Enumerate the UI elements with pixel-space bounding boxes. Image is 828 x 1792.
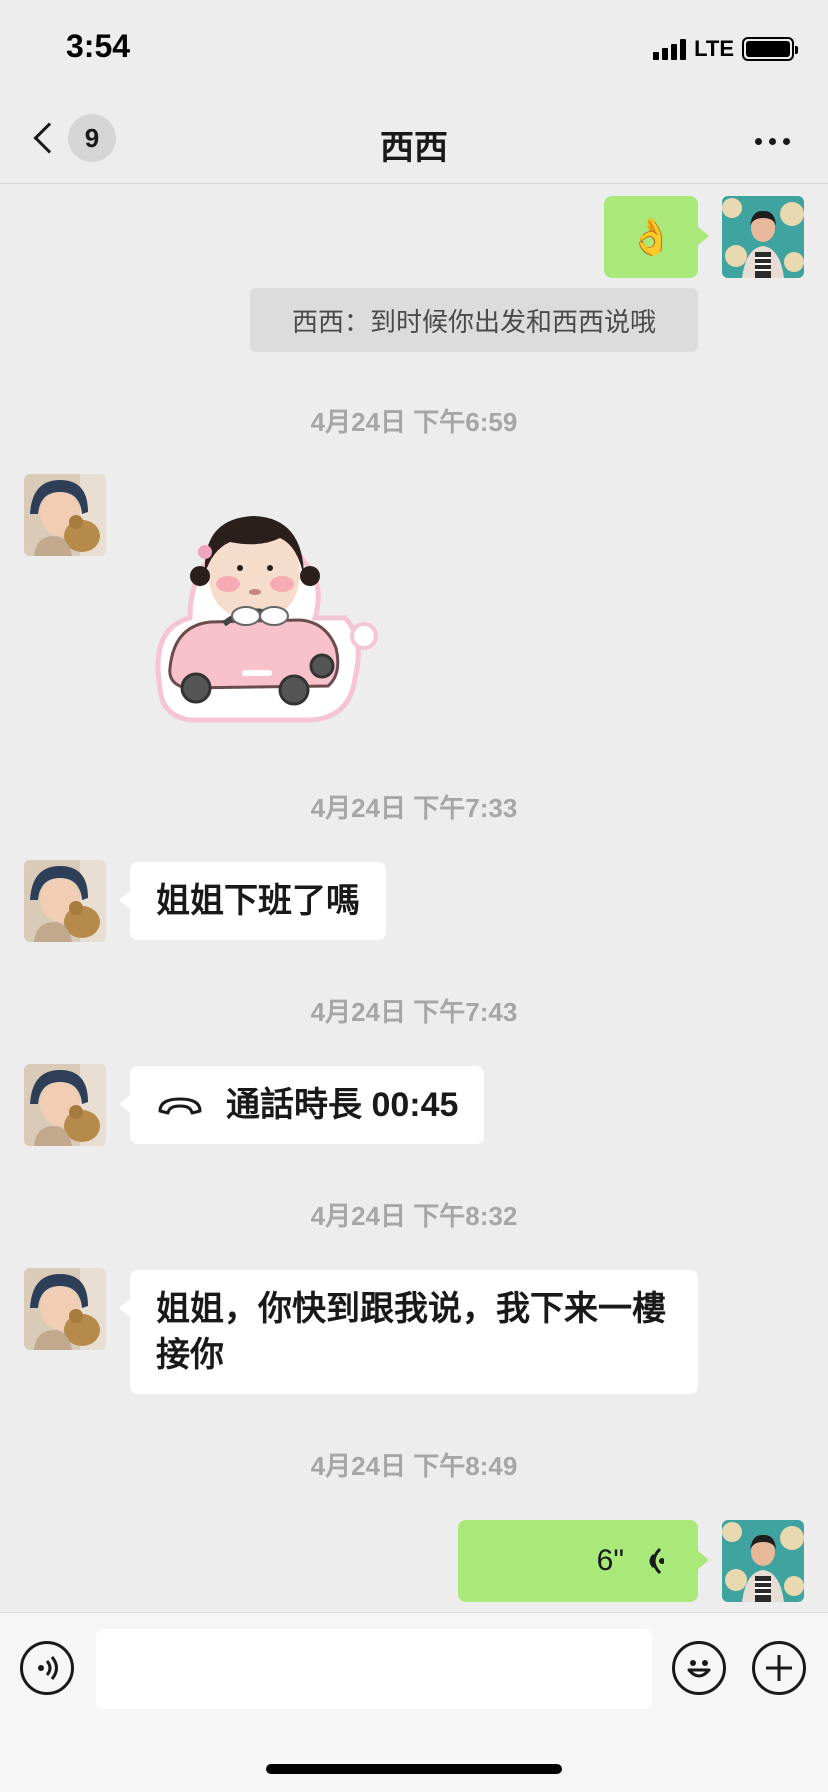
sent-emoji-bubble[interactable]: 👌 xyxy=(604,196,709,278)
timestamp: 4月24日 下午7:33 xyxy=(310,793,518,823)
voice-wave-icon xyxy=(649,1547,664,1575)
message-input[interactable] xyxy=(96,1629,652,1709)
contact-avatar[interactable] xyxy=(24,1268,106,1350)
emoji-button[interactable] xyxy=(672,1641,726,1695)
timestamp: 4月24日 下午8:32 xyxy=(310,1201,518,1231)
message-text: 姐姐，你快到跟我说，我下来一樓接你 xyxy=(156,1290,666,1374)
more-dots-icon xyxy=(755,138,762,145)
plus-icon xyxy=(766,1655,792,1681)
call-duration-text: 通話時長 00:45 xyxy=(226,1086,459,1124)
girl-car-sticker xyxy=(155,516,378,723)
plus-button[interactable] xyxy=(752,1641,806,1695)
signal-icon xyxy=(653,38,687,60)
message-text: 姐姐下班了嗎 xyxy=(156,882,360,920)
status-bar: 3:54 LTE xyxy=(0,0,828,100)
more-button[interactable] xyxy=(755,138,790,145)
system-notice: 西西：到时候你出发和西西说哦 xyxy=(250,288,698,352)
voice-message-bubble[interactable]: 6" xyxy=(458,1520,709,1602)
voice-duration: 6" xyxy=(596,1544,624,1577)
contact-avatar[interactable] xyxy=(24,1064,106,1146)
voice-mode-button[interactable] xyxy=(20,1641,74,1695)
emoji-icon xyxy=(687,1660,711,1678)
chat-title: 西西 xyxy=(380,129,448,167)
timestamp: 4月24日 下午8:49 xyxy=(310,1451,518,1481)
received-text-bubble[interactable]: 姐姐，你快到跟我说，我下来一樓接你 xyxy=(119,1270,698,1394)
network-type: LTE xyxy=(694,36,734,61)
voice-mode-icon xyxy=(38,1656,58,1680)
my-avatar[interactable] xyxy=(722,196,804,278)
status-time: 3:54 xyxy=(66,28,131,64)
status-indicators: LTE xyxy=(653,36,798,62)
timestamp: 4月24日 下午6:59 xyxy=(310,407,518,437)
contact-avatar[interactable] xyxy=(24,474,106,556)
my-avatar[interactable] xyxy=(722,1520,804,1602)
home-indicator[interactable] xyxy=(266,1764,562,1774)
battery-icon xyxy=(742,37,798,61)
timestamp: 4月24日 下午7:43 xyxy=(310,997,518,1027)
ok-emoji: 👌 xyxy=(628,216,674,257)
sticker-message[interactable] xyxy=(150,488,390,728)
phone-handset-icon xyxy=(158,1097,202,1115)
contact-avatar[interactable] xyxy=(24,860,106,942)
call-record-bubble[interactable]: 通話時長 00:45 xyxy=(118,1066,485,1144)
received-text-bubble[interactable]: 姐姐下班了嗎 xyxy=(119,862,386,940)
nav-bar: 9 西西 xyxy=(0,100,828,184)
